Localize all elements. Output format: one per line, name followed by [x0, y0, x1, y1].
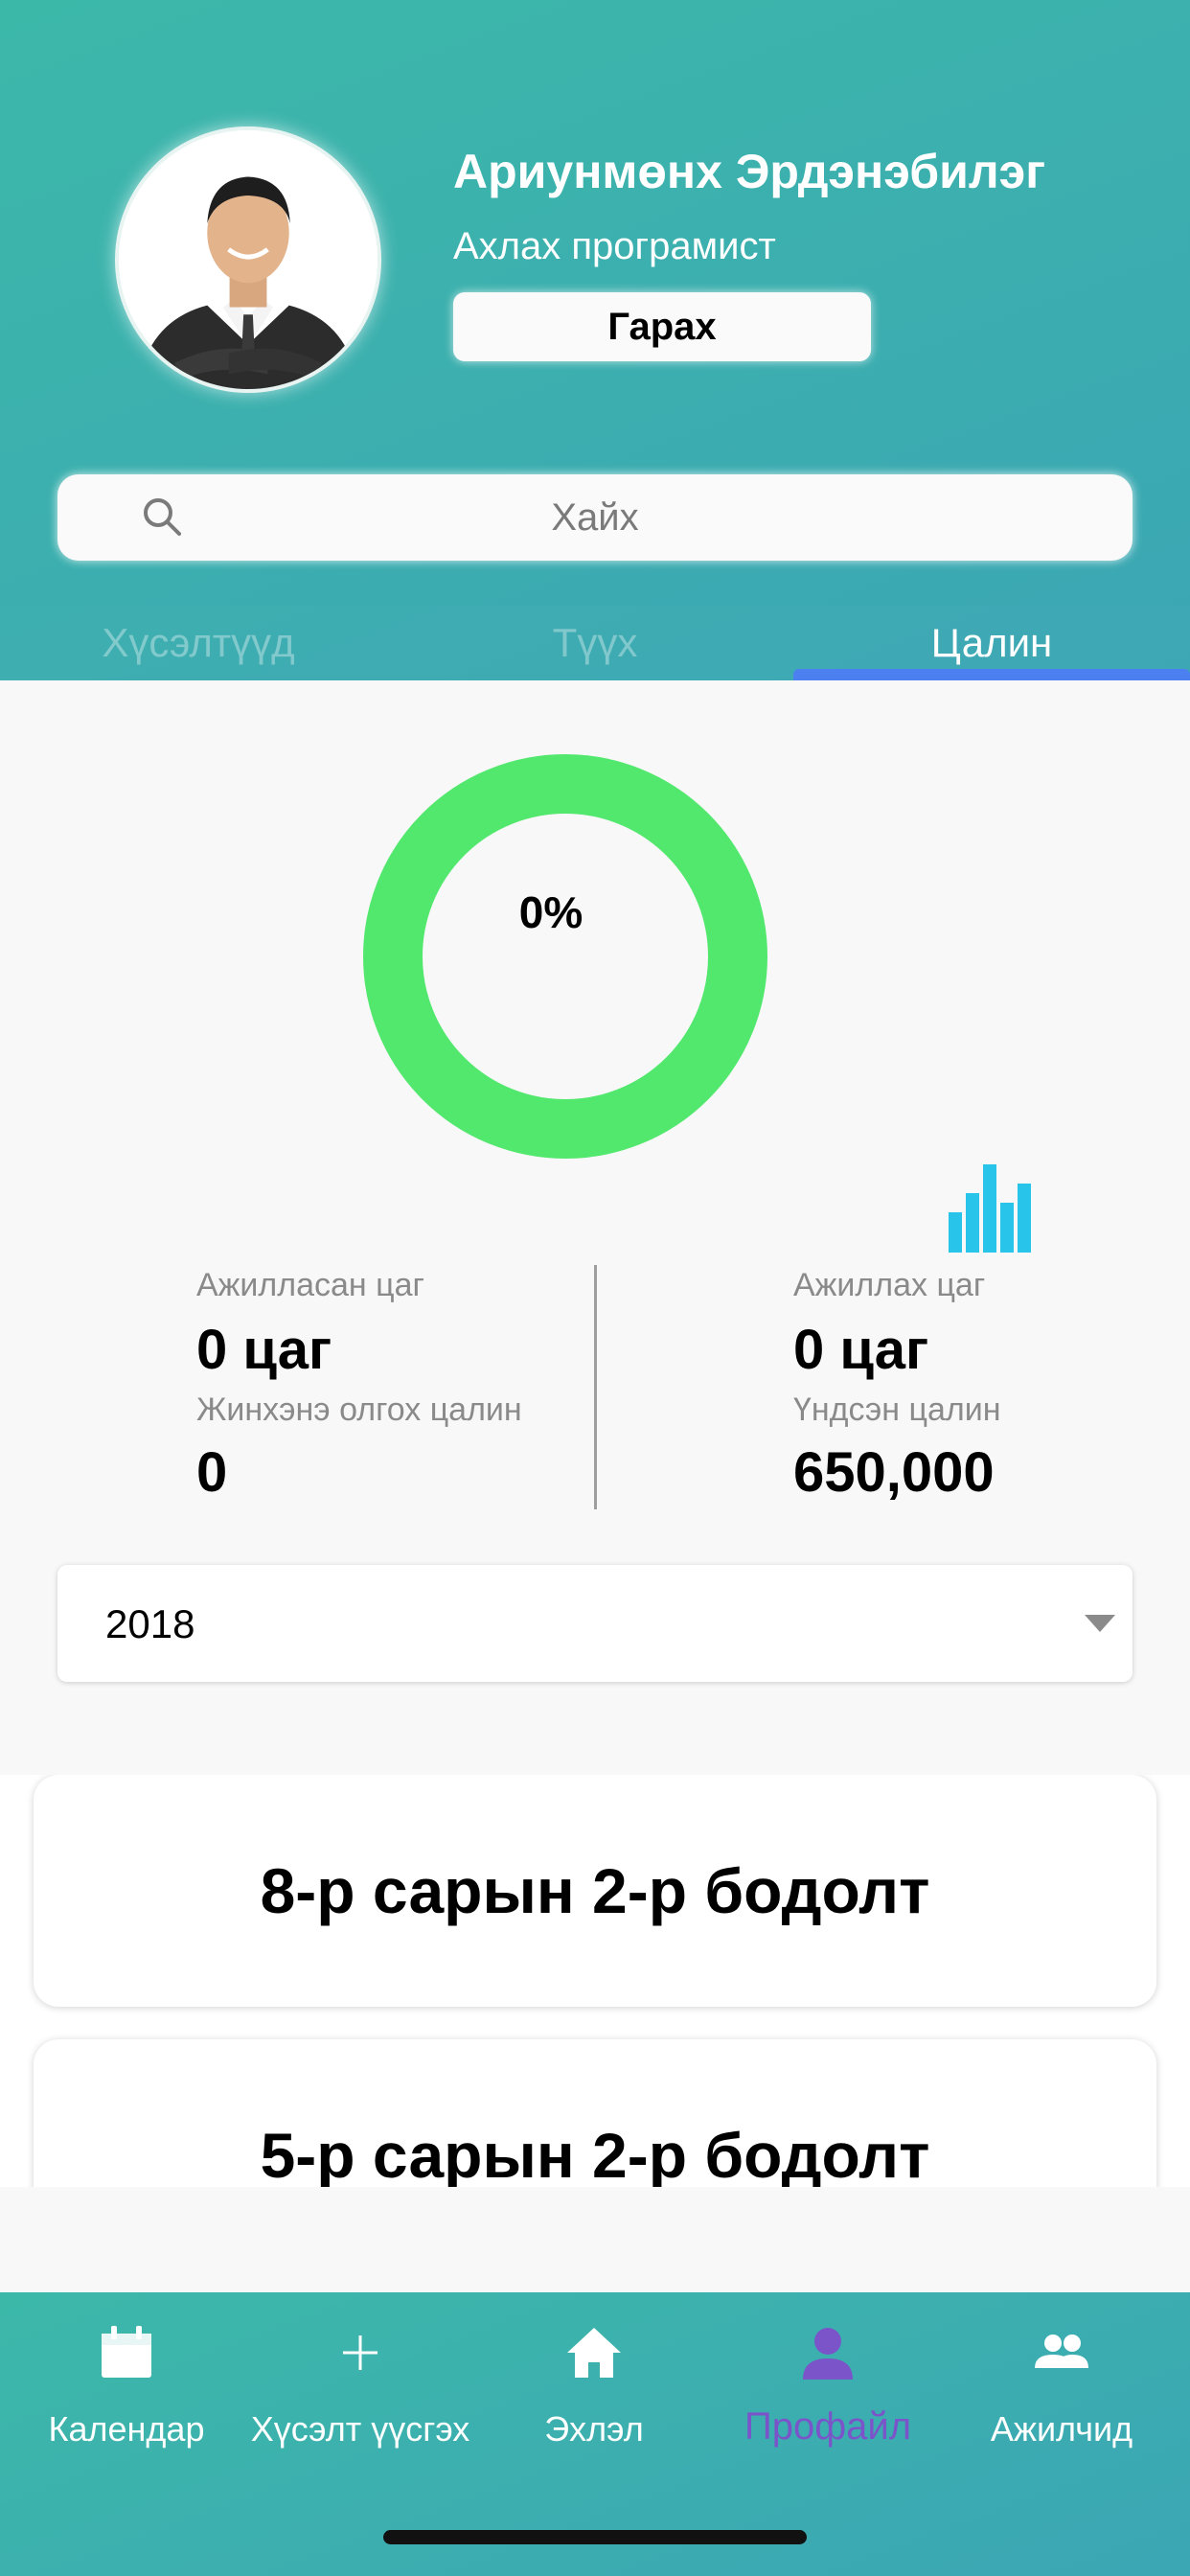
- people-icon: [1035, 2334, 1088, 2368]
- user-name: Ариунмөнх Эрдэнэбилэг: [453, 145, 1046, 198]
- payroll-card[interactable]: 8-р сарын 2-р бодолт: [34, 1775, 1156, 2007]
- progress-ring-track: [363, 754, 767, 1159]
- tab-salary[interactable]: Цалин: [793, 606, 1190, 680]
- year-select-value: 2018: [105, 1601, 195, 1646]
- calendar-icon: [102, 2326, 151, 2378]
- user-role: Ахлах програмист: [453, 225, 776, 267]
- profile-header: Ариунмөнх Эрдэнэбилэг Ахлах програмист Г…: [0, 0, 1190, 680]
- nav-calendar[interactable]: Календар: [8, 2292, 245, 2484]
- avatar[interactable]: [115, 126, 381, 393]
- net-salary-label: Жинхэнэ олгох цалин: [196, 1392, 522, 1428]
- search-input[interactable]: Хайх: [57, 474, 1133, 561]
- nav-label: Календар: [48, 2409, 205, 2449]
- plus-icon: [343, 2335, 378, 2370]
- nav-profile[interactable]: Профайл: [709, 2292, 947, 2484]
- tab-history[interactable]: Түүх: [397, 606, 793, 680]
- nav-create-request[interactable]: Хүсэлт үүсгэх: [241, 2292, 479, 2484]
- bar-chart-icon[interactable]: [949, 1164, 1033, 1253]
- dropdown-arrow-icon: [1085, 1615, 1115, 1632]
- nav-label: Профайл: [744, 2405, 912, 2448]
- base-salary-value: 650,000: [793, 1441, 995, 1504]
- nav-employees[interactable]: Ажилчид: [943, 2292, 1180, 2484]
- tab-requests[interactable]: Хүсэлтүүд: [0, 606, 397, 680]
- worked-hours-value: 0 цаг: [196, 1319, 332, 1381]
- avatar-photo: [119, 130, 378, 389]
- worked-hours-label: Ажилласан цаг: [196, 1267, 424, 1303]
- payroll-card-title: 5-р сарын 2-р бодолт: [260, 2120, 930, 2187]
- net-salary-value: 0: [196, 1441, 228, 1504]
- nav-label: Хүсэлт үүсгэх: [250, 2409, 470, 2449]
- progress-percent: 0%: [518, 887, 584, 937]
- tab-bar: Хүсэлтүүд Түүх Цалин: [0, 606, 1190, 680]
- payroll-card-title: 8-р сарын 2-р бодолт: [260, 1855, 930, 1926]
- stats-divider: [594, 1265, 597, 1509]
- payroll-card[interactable]: 5-р сарын 2-р бодолт: [34, 2039, 1156, 2187]
- payroll-list: 8-р сарын 2-р бодолт 5-р сарын 2-р бодол…: [0, 1775, 1190, 2187]
- home-indicator: [383, 2530, 807, 2544]
- nav-home[interactable]: Эхлэл: [475, 2292, 713, 2484]
- required-hours-value: 0 цаг: [793, 1319, 929, 1381]
- nav-label: Эхлэл: [544, 2409, 644, 2449]
- required-hours-label: Ажиллах цаг: [793, 1267, 986, 1303]
- search-bar[interactable]: Хайх: [57, 474, 1133, 561]
- person-icon: [803, 2328, 853, 2380]
- year-select[interactable]: 2018: [57, 1565, 1133, 1682]
- nav-label: Ажилчид: [990, 2409, 1133, 2449]
- progress-ring: [363, 754, 767, 1159]
- base-salary-label: Үндсэн цалин: [793, 1392, 1001, 1428]
- home-icon: [567, 2328, 621, 2378]
- logout-button[interactable]: Гарах: [453, 292, 871, 361]
